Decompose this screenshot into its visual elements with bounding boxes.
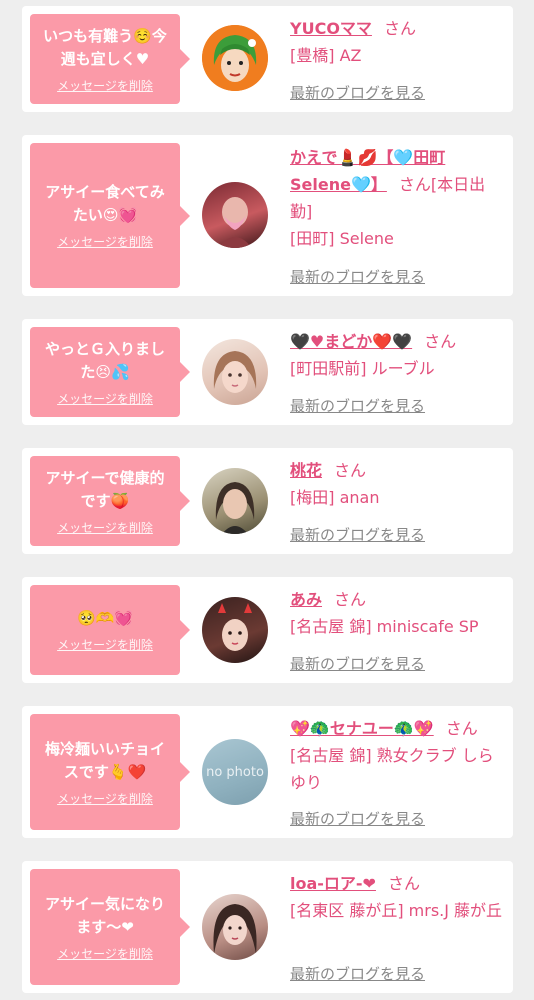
green-hair-avatar-icon [202,25,268,91]
sender-name-link[interactable]: YUCOママ [290,19,372,38]
shop-label: [豊橋] AZ [290,46,362,65]
latest-blog-link[interactable]: 最新のブログを見る [290,808,425,829]
message-card: やっとＧ入りました😣💦 メッセージを削除 🖤♥まどか❤️🖤 さん [町田駅前] ル… [22,319,513,425]
shop-label: [梅田] anan [290,488,380,507]
avatar[interactable] [202,339,268,405]
message-bubble: 梅冷麺いいチョイスです🫰❤️ メッセージを削除 [30,714,190,830]
delete-message-link[interactable]: メッセージを削除 [57,233,153,250]
sender-info: 桃花 さん [梅田] anan [290,457,506,511]
delete-message-link[interactable]: メッセージを削除 [57,790,153,807]
latest-blog-link[interactable]: 最新のブログを見る [290,266,425,287]
message-text: アサイーで健康的です🍑 [45,468,165,510]
latest-blog-link[interactable]: 最新のブログを見る [290,963,425,984]
sender-info: 💖🦚セナユー🦚💖 さん [名古屋 錦] 熟女クラブ しらゆり [290,715,506,796]
message-card: アサイーで健康的です🍑 メッセージを削除 桃花 さん [梅田] anan 最新のブ… [22,448,513,554]
honorific: さん [424,332,457,351]
message-text: いつも有難う☺️今週も宜しく♥ [43,26,167,68]
message-card: 梅冷麺いいチョイスです🫰❤️ メッセージを削除 no photo 💖🦚セナユー🦚… [22,706,513,838]
delete-message-link[interactable]: メッセージを削除 [57,77,153,94]
delete-message-link[interactable]: メッセージを削除 [57,636,153,653]
message-text: アサイー気になります〜❤ [44,894,165,936]
message-text: 🥺🫶💓 [76,609,134,627]
sender-name-link[interactable]: あみ [290,590,322,609]
sender-info: YUCOママ さん [豊橋] AZ [290,15,506,69]
avatar[interactable] [202,25,268,91]
sender-info: loa-ロア-❤ さん [名東区 藤が丘] mrs.J 藤が丘 [290,870,506,924]
message-bubble: 🥺🫶💓 メッセージを削除 [30,585,190,675]
message-card: アサイー食べてみたい😍💓 メッセージを削除 かえで💄💋【🩵田町Selene🩵】さ… [22,135,513,296]
sender-name-link[interactable]: loa-ロア-❤ [290,874,376,893]
message-bubble: やっとＧ入りました😣💦 メッセージを削除 [30,327,190,417]
woman-photo-icon [213,904,257,954]
honorific: さん [334,461,367,480]
message-bubble: アサイー食べてみたい😍💓 メッセージを削除 [30,143,190,288]
avatar[interactable]: no photo [202,739,268,805]
honorific: さん [387,874,420,893]
latest-blog-link[interactable]: 最新のブログを見る [290,82,425,103]
honorific: さん [334,590,367,609]
latest-blog-link[interactable]: 最新のブログを見る [290,395,425,416]
message-list: いつも有難う☺️今週も宜しく♥ メッセージを削除 YUCOママ さん [豊橋] A… [0,0,534,1000]
message-card: 🥺🫶💓 メッセージを削除 あみ さん [名古屋 錦] miniscafe SP 最… [22,577,513,683]
avatar[interactable] [202,182,268,248]
message-text: やっとＧ入りました😣💦 [44,339,165,381]
avatar[interactable] [202,468,268,534]
delete-message-link[interactable]: メッセージを削除 [57,519,153,536]
honorific: さん [383,19,416,38]
message-card: いつも有難う☺️今週も宜しく♥ メッセージを削除 YUCOママ さん [豊橋] A… [22,6,513,112]
message-bubble: アサイーで健康的です🍑 メッセージを削除 [30,456,190,546]
sender-info: かえで💄💋【🩵田町Selene🩵】 さん[本日出勤] [田町] Selene [290,144,506,252]
woman-photo-icon [213,351,257,393]
message-text: 梅冷麺いいチョイスです🫰❤️ [44,739,165,781]
woman-photo-icon [215,482,255,534]
sender-name-link[interactable]: 🖤♥まどか❤️🖤 [290,332,412,351]
latest-blog-link[interactable]: 最新のブログを見る [290,653,425,674]
sender-name-link[interactable]: 桃花 [290,461,322,480]
sender-info: 🖤♥まどか❤️🖤 さん [町田駅前] ルーブル [290,328,506,382]
shop-label: [名東区 藤が丘] mrs.J 藤が丘 [290,901,503,920]
avatar[interactable] [202,597,268,663]
message-bubble: いつも有難う☺️今週も宜しく♥ メッセージを削除 [30,14,190,104]
shop-label: [名古屋 錦] 熟女クラブ しらゆり [290,746,494,792]
sender-name-link[interactable]: 💖🦚セナユー🦚💖 [290,719,434,738]
woman-photo-icon [218,603,252,651]
shop-label: [町田駅前] ルーブル [290,359,435,378]
delete-message-link[interactable]: メッセージを削除 [57,390,153,407]
shop-label: [田町] Selene [290,229,394,248]
sender-info: あみ さん [名古屋 錦] miniscafe SP [290,586,506,640]
woman-photo-icon [218,197,252,248]
delete-message-link[interactable]: メッセージを削除 [57,945,153,962]
no-photo-placeholder: no photo [206,764,264,780]
message-text: アサイー食べてみたい😍💓 [45,183,165,224]
honorific: さん [445,719,478,738]
shop-label: [名古屋 錦] miniscafe SP [290,617,479,636]
avatar[interactable] [202,894,268,960]
message-card: アサイー気になります〜❤ メッセージを削除 loa-ロア-❤ さん [名東区 藤が… [22,861,513,993]
message-bubble: アサイー気になります〜❤ メッセージを削除 [30,869,190,985]
latest-blog-link[interactable]: 最新のブログを見る [290,524,425,545]
